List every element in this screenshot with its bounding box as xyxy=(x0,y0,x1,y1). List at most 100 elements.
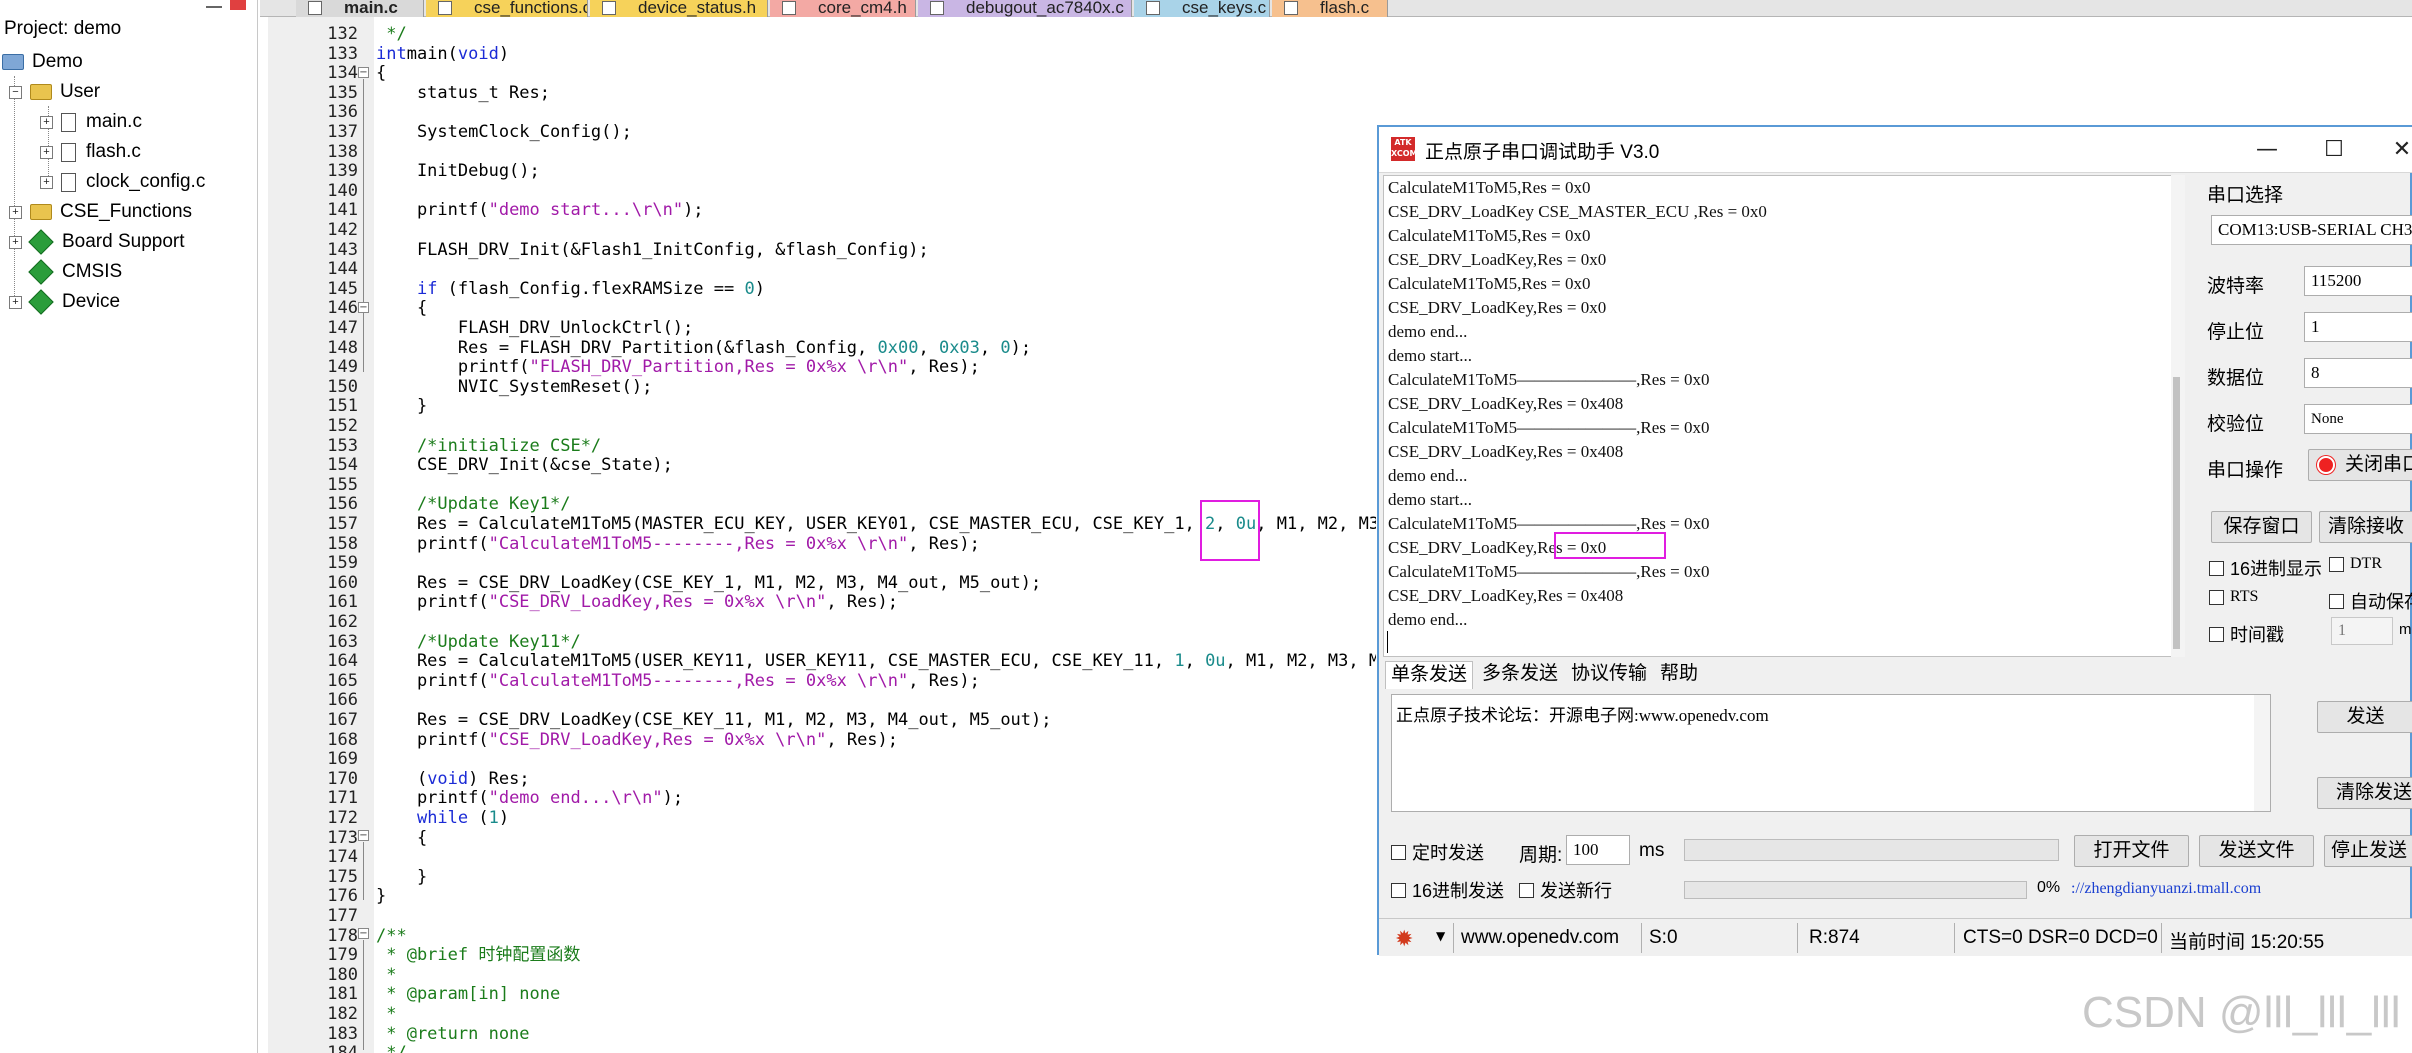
settings-gear-icon[interactable]: ✹ xyxy=(1395,927,1413,952)
clear-receive-button[interactable]: 清除接收 xyxy=(2319,511,2412,543)
tree-item-cmsis[interactable]: CMSIS xyxy=(28,258,122,286)
code-line: Res = CSE_DRV_LoadKey(CSE_KEY_11, M1, M2… xyxy=(376,710,1052,730)
tab-single-send[interactable]: 单条发送 xyxy=(1385,661,1474,689)
code-line: /*initialize CSE*/ xyxy=(376,435,602,456)
data-bits-select[interactable]: 8 xyxy=(2304,358,2412,388)
tree-root-demo[interactable]: Demo xyxy=(2,48,83,76)
code-line: */ xyxy=(376,24,407,44)
tree-item-device[interactable]: + Device xyxy=(9,288,120,316)
minimize-button[interactable]: — xyxy=(2247,133,2287,167)
line-number: 180 xyxy=(327,964,358,985)
baud-select[interactable]: 115200 xyxy=(2304,266,2412,296)
port-select[interactable]: COM13:USB-SERIAL CH34 xyxy=(2211,215,2412,245)
tree-item-main-c[interactable]: + main.c xyxy=(40,108,142,136)
line-number: 133 xyxy=(327,43,358,64)
fold-icon[interactable]: − xyxy=(358,302,369,313)
tab-cse-keys-c[interactable]: cse_keys.c xyxy=(1134,0,1270,17)
close-port-button[interactable]: 关闭串口 xyxy=(2308,449,2412,481)
code-line: { xyxy=(376,63,387,84)
expand-icon[interactable]: + xyxy=(40,145,53,159)
expand-icon[interactable]: + xyxy=(40,175,53,189)
dtr-checkbox[interactable]: DTR xyxy=(2329,555,2382,573)
parity-select[interactable]: None xyxy=(2304,404,2412,434)
line-number: 177 xyxy=(327,906,358,926)
timestamp-input[interactable]: 1 xyxy=(2331,617,2393,645)
dropdown-arrow-icon[interactable]: ▼ xyxy=(1436,929,1445,943)
code-line: /*Update Key11*/ xyxy=(376,631,581,652)
tree-item-clock-config-c[interactable]: + clock_config.c xyxy=(40,168,205,196)
tab-multi-send[interactable]: 多条发送 xyxy=(1477,661,1563,689)
receive-line: CSE_DRV_LoadKey,Res = 0x0 xyxy=(1388,250,1607,269)
line-number: 141 xyxy=(327,200,358,221)
rts-checkbox[interactable]: RTS xyxy=(2209,588,2258,606)
tab-main-c[interactable]: main.c xyxy=(296,0,424,17)
line-number: 142 xyxy=(327,220,358,240)
tab-cse-functions-c[interactable]: cse_functions.c xyxy=(426,0,588,17)
collapse-icon[interactable]: − xyxy=(9,85,22,99)
tab-core-cm4-h[interactable]: core_cm4.h xyxy=(770,0,916,17)
code-line: intmain(void) xyxy=(376,43,510,64)
maximize-button[interactable]: ☐ xyxy=(2314,133,2354,167)
line-number: 156 xyxy=(327,494,358,515)
code-line: status_t Res; xyxy=(376,82,550,103)
close-button[interactable]: ✕ xyxy=(2382,133,2412,167)
receive-line: CalculateM1ToM5———————,Res = 0x0 xyxy=(1388,370,1710,389)
save-window-button[interactable]: 保存窗口 xyxy=(2211,511,2312,543)
fold-icon[interactable]: − xyxy=(358,67,369,78)
send-button[interactable]: 发送 xyxy=(2317,701,2412,733)
line-number: 143 xyxy=(327,239,358,260)
receive-line: CalculateM1ToM5,Res = 0x0 xyxy=(1388,226,1591,245)
status-url[interactable]: www.openedv.com xyxy=(1461,927,1619,949)
port-label: 串口选择 xyxy=(2207,185,2284,206)
file-icon xyxy=(438,1,452,15)
tab-device-status-h[interactable]: device_status.h xyxy=(590,0,768,17)
tab-label: cse_functions.c xyxy=(474,0,588,17)
tab-protocol[interactable]: 协议传输 xyxy=(1566,661,1652,689)
tree-item-cse-functions[interactable]: + CSE_Functions xyxy=(9,198,192,226)
code-line: InitDebug(); xyxy=(376,161,540,182)
line-number: 161 xyxy=(327,592,358,613)
send-newline-checkbox[interactable]: 发送新行 xyxy=(1519,877,1612,903)
stop-send-button[interactable]: 停止发送 xyxy=(2324,835,2412,867)
tab-flash-c[interactable]: flash.c xyxy=(1272,0,1388,17)
tab-help[interactable]: 帮助 xyxy=(1655,661,1703,689)
tab-debugout-c[interactable]: debugout_ac7840x.c xyxy=(918,0,1132,17)
hex-display-checkbox[interactable]: 16进制显示 xyxy=(2209,555,2322,581)
send-file-button[interactable]: 发送文件 xyxy=(2199,835,2314,867)
fold-icon[interactable]: − xyxy=(358,830,369,841)
store-link[interactable]: ://zhengdianyuanzi.tmall.com xyxy=(2071,880,2261,898)
tree-item-label: clock_config.c xyxy=(86,171,206,192)
hex-send-checkbox[interactable]: 16进制发送 xyxy=(1391,877,1504,903)
tree-item-board-support[interactable]: + Board Support xyxy=(9,228,185,256)
code-line: printf("CalculateM1ToM5--------,Res = 0x… xyxy=(376,533,980,554)
tree-item-user[interactable]: − User xyxy=(9,78,100,106)
auto-save-checkbox[interactable]: 自动保存 xyxy=(2329,588,2412,614)
watermark: CSDN @lll_lll_lll xyxy=(2082,988,2401,1037)
highlight-box-result xyxy=(1554,532,1666,559)
file-icon xyxy=(782,1,796,15)
send-textarea[interactable]: 正点原子技术论坛：开源电子网:www.openedv.com xyxy=(1391,694,2271,812)
expand-icon[interactable]: + xyxy=(9,205,22,219)
expand-icon[interactable]: + xyxy=(9,295,22,309)
period-input[interactable]: 100 xyxy=(1566,835,1630,865)
status-lines: CTS=0 DSR=0 DCD=0 xyxy=(1963,927,2158,948)
expand-icon[interactable]: + xyxy=(40,115,53,129)
open-file-button[interactable]: 打开文件 xyxy=(2074,835,2189,867)
timestamp-checkbox[interactable]: 时间戳 xyxy=(2209,621,2284,647)
receive-line: demo end... xyxy=(1388,322,1468,341)
code-line: SystemClock_Config(); xyxy=(376,122,632,142)
timed-send-checkbox[interactable]: 定时发送 xyxy=(1391,839,1484,865)
code-line: /*Update Key1*/ xyxy=(376,494,571,515)
expand-icon[interactable]: + xyxy=(9,235,22,249)
send-scrollbar[interactable] xyxy=(2254,695,2270,811)
stop-bits-select[interactable]: 1 xyxy=(2304,312,2412,342)
close-icon[interactable] xyxy=(230,0,246,10)
scrollbar-thumb[interactable] xyxy=(2173,377,2180,649)
tree-item-flash-c[interactable]: + flash.c xyxy=(40,138,141,166)
line-number: 182 xyxy=(327,1004,358,1024)
pin-icon[interactable] xyxy=(206,0,222,8)
fold-icon[interactable]: − xyxy=(358,928,369,939)
title-bar[interactable]: ATK XCOM 正点原子串口调试助手 V3.0 — ☐ ✕ xyxy=(1379,127,2412,173)
receive-area[interactable]: CalculateM1ToM5,Res = 0x0 CSE_DRV_LoadKey… xyxy=(1383,175,2183,657)
clear-send-button[interactable]: 清除发送 xyxy=(2317,777,2412,809)
